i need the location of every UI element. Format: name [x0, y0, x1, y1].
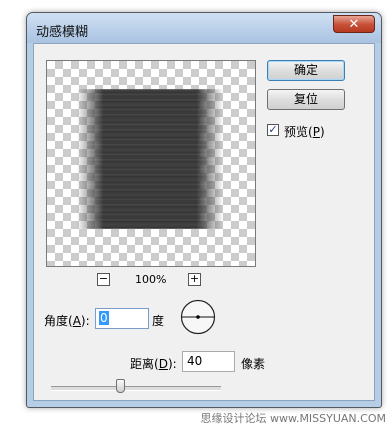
blurred-preview-image: [77, 89, 223, 229]
dialog-title: 动感模糊: [36, 25, 89, 40]
preview-checkbox[interactable]: ✓: [267, 124, 279, 136]
angle-dial[interactable]: [180, 299, 216, 335]
distance-unit: 像素: [241, 357, 266, 371]
watermark-text: 思缘设计论坛 www.MISSYUAN.COM: [200, 412, 386, 425]
distance-slider-thumb[interactable]: [116, 379, 126, 393]
minus-icon: −: [98, 272, 109, 285]
distance-label: 距离(D):: [130, 357, 177, 371]
angle-unit: 度: [152, 314, 165, 328]
plus-icon: +: [189, 272, 200, 285]
zoom-level: 100%: [135, 273, 167, 286]
reset-button[interactable]: 复位: [267, 89, 345, 110]
angle-label: 角度(A):: [44, 314, 90, 328]
ok-button[interactable]: 确定: [267, 60, 345, 81]
close-icon: ✕: [348, 17, 360, 32]
title-bar[interactable]: 动感模糊 ✕: [27, 13, 381, 43]
close-button[interactable]: ✕: [333, 15, 375, 33]
preview-label: 预览(P): [284, 125, 325, 139]
zoom-in-button[interactable]: +: [188, 273, 201, 286]
checkmark-icon: ✓: [268, 123, 278, 136]
preview-pane[interactable]: [46, 60, 256, 267]
dialog-body: − 100% + 确定 复位 ✓ 预览(P) 角度(A): 0 度 距离(D):…: [33, 43, 375, 401]
zoom-out-button[interactable]: −: [97, 273, 110, 286]
distance-input[interactable]: 40: [182, 351, 235, 372]
angle-input[interactable]: 0: [95, 308, 149, 329]
distance-slider-track[interactable]: [51, 386, 221, 391]
motion-blur-dialog: 动感模糊 ✕ − 100% + 确定 复位 ✓ 预览(P) 角度(A): 0 度: [26, 12, 382, 408]
